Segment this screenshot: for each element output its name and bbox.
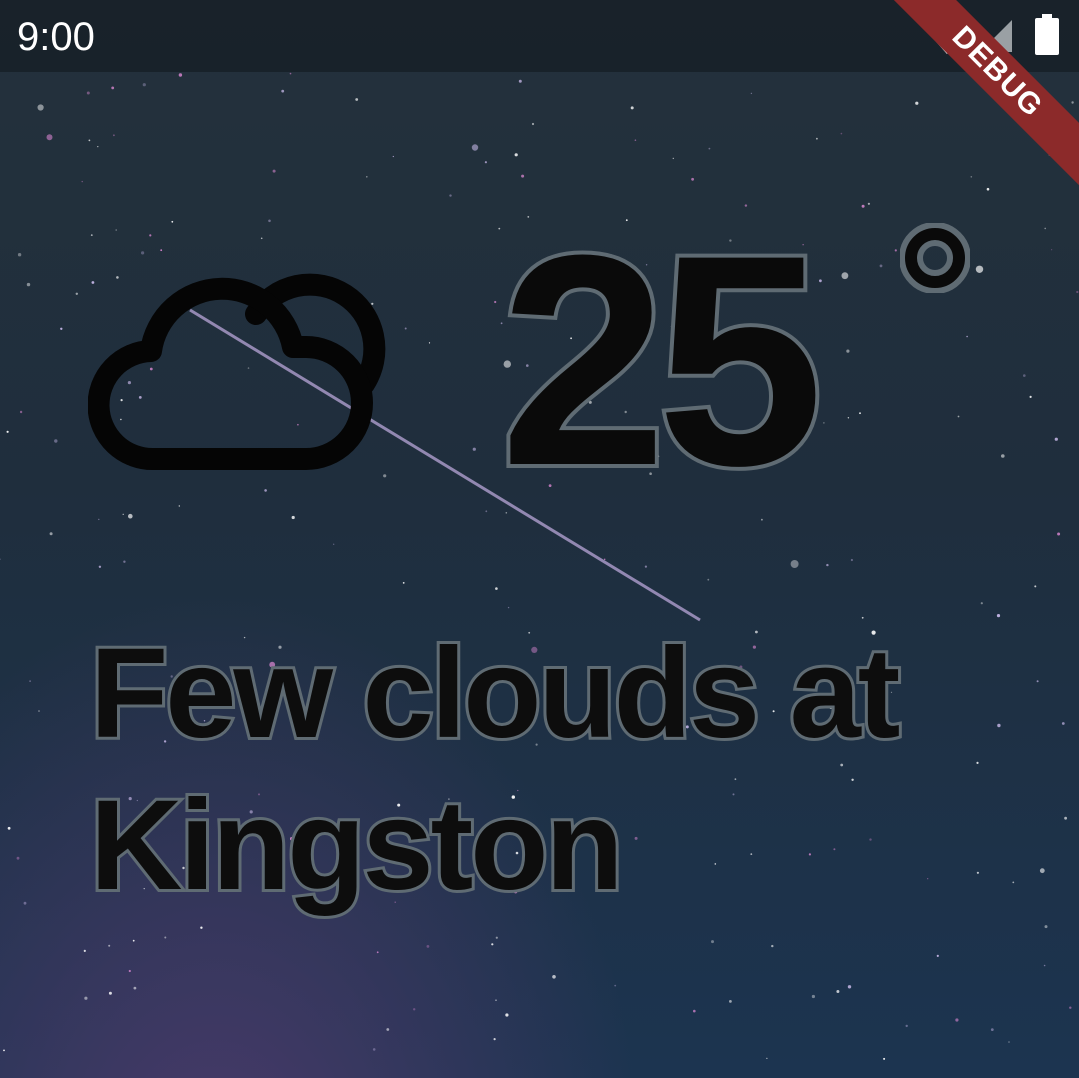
status-bar: 9:00 xyxy=(0,0,1079,72)
cellular-signal-icon xyxy=(980,20,1012,52)
cloud-sun-icon xyxy=(88,273,386,471)
temperature-value: 25 xyxy=(496,192,828,528)
status-time: 9:00 xyxy=(17,15,95,59)
wifi-icon xyxy=(922,17,972,54)
temperature-display: 25 xyxy=(496,192,1020,528)
degree-symbol xyxy=(900,223,970,293)
battery-icon xyxy=(1035,14,1059,55)
weather-description: Few clouds at Kingston xyxy=(87,619,903,920)
